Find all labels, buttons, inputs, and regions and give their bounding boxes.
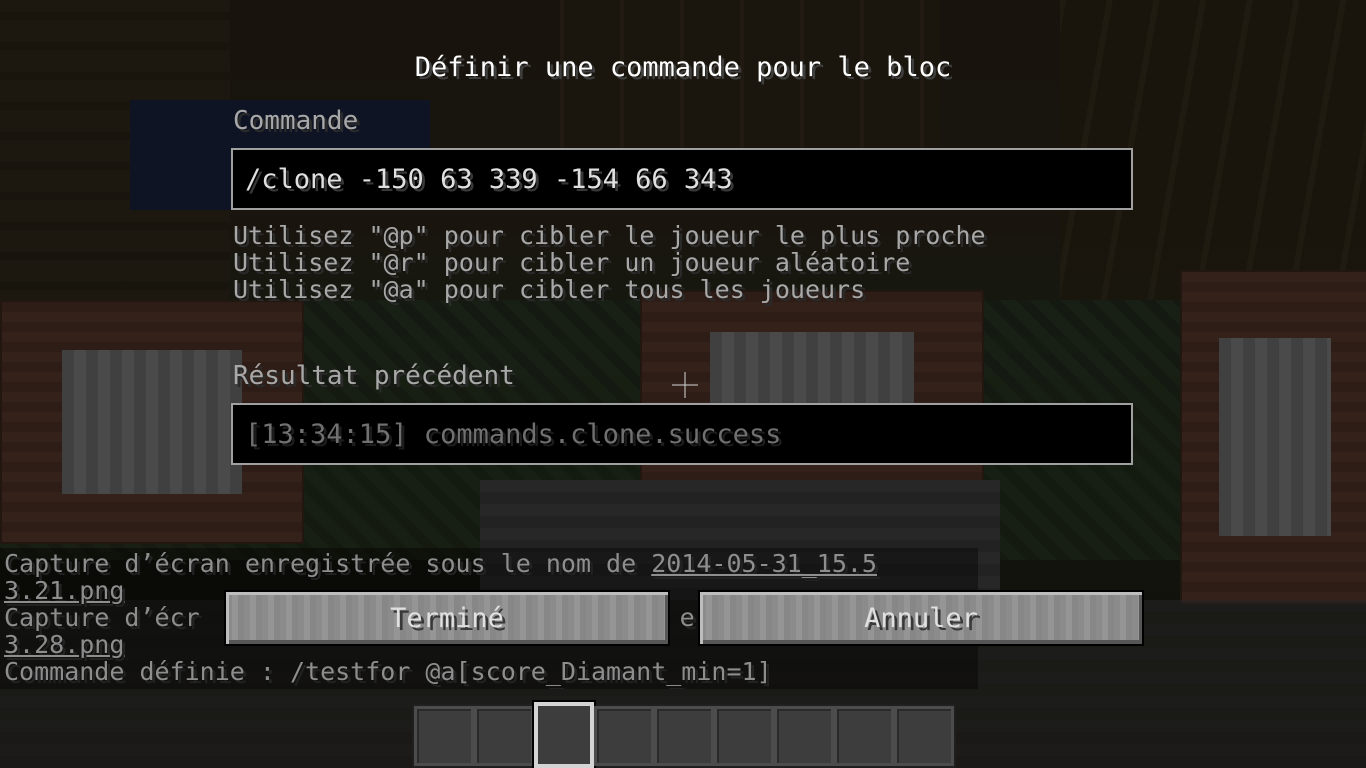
- hotbar-slot-selected[interactable]: [534, 702, 594, 768]
- hotbar-slot[interactable]: [414, 706, 474, 766]
- previous-result-value: [13:34:15] commands.clone.success: [245, 418, 782, 450]
- hint-line: Utilisez "@r" pour cibler un joueur aléa…: [233, 248, 911, 277]
- selector-hints: Utilisez "@p" pour cibler le joueur le p…: [233, 222, 986, 303]
- command-label: Commande: [233, 106, 359, 136]
- done-button[interactable]: Terminé: [224, 590, 670, 646]
- hotbar-slot[interactable]: [654, 706, 714, 766]
- chat-text: e: [679, 603, 695, 632]
- chat-line: Capture d’écran enregistrée sous le nom …: [4, 550, 978, 577]
- game-scene: Définir une commande pour le bloc Comman…: [0, 0, 1366, 768]
- cancel-button-label: Annuler: [864, 602, 978, 634]
- command-input[interactable]: /clone -150 63 339 -154 66 343: [231, 148, 1133, 210]
- screenshot-link[interactable]: 2014-05-31_15.5: [651, 549, 877, 578]
- done-button-label: Terminé: [390, 602, 504, 634]
- cancel-button[interactable]: Annuler: [698, 590, 1144, 646]
- hotbar-slot[interactable]: [594, 706, 654, 766]
- hint-line: Utilisez "@p" pour cibler le joueur le p…: [233, 221, 986, 250]
- screenshot-link[interactable]: 3.21.png: [4, 576, 124, 605]
- hotbar-slot[interactable]: [714, 706, 774, 766]
- crosshair-icon: [672, 372, 698, 398]
- previous-result-label: Résultat précédent: [233, 361, 515, 391]
- hotbar: [412, 702, 956, 768]
- chat-line: Commande définie : /testfor @a[score_Dia…: [4, 658, 978, 685]
- hint-line: Utilisez "@a" pour cibler tous les joueu…: [233, 275, 866, 304]
- hotbar-slot[interactable]: [834, 706, 894, 766]
- page-title: Définir une commande pour le bloc: [414, 52, 952, 83]
- hotbar-slot[interactable]: [474, 706, 534, 766]
- hotbar-slot[interactable]: [894, 706, 954, 766]
- screenshot-link[interactable]: 3.28.png: [4, 630, 124, 659]
- chat-text: Capture d’écr: [4, 603, 200, 632]
- hotbar-slot[interactable]: [774, 706, 834, 766]
- command-input-value: /clone -150 63 339 -154 66 343: [245, 163, 733, 195]
- chat-text: Capture d’écran enregistrée sous le nom …: [4, 549, 652, 578]
- chat-text: Commande définie : /testfor @a[score_Dia…: [4, 657, 772, 686]
- previous-result-field: [13:34:15] commands.clone.success: [231, 403, 1133, 465]
